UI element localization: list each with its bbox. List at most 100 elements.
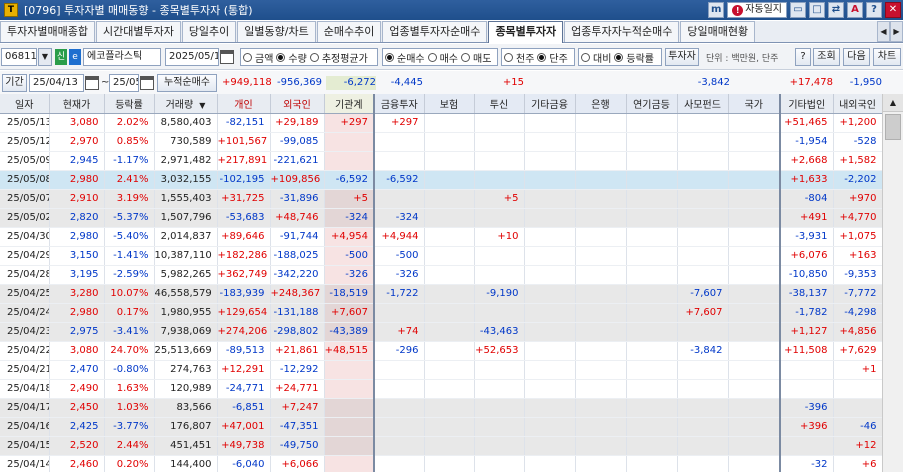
scroll-thumb[interactable]	[885, 114, 901, 140]
table-row[interactable]: 25/04/18 2,490 1.63% 120,989 -24,771 +24,771	[0, 379, 882, 399]
cell-price: 3,080	[49, 113, 105, 133]
cell-rate: 1.63%	[104, 379, 155, 399]
col-private-equity[interactable]: 사모펀드	[677, 94, 729, 114]
link-button[interactable]: ⇄	[828, 2, 844, 18]
font-button[interactable]: A	[847, 2, 863, 18]
cell-pension	[626, 417, 678, 437]
investor-button[interactable]: 투자자	[665, 48, 699, 66]
col-other-corp[interactable]: 기타법인	[780, 94, 834, 114]
calendar-icon[interactable]	[220, 50, 234, 64]
from-date-input[interactable]: 25/04/13	[29, 74, 84, 92]
close-button[interactable]: ✕	[885, 2, 901, 18]
memo-button[interactable]: m	[708, 2, 725, 18]
table-row[interactable]: 25/04/14 2,460 0.20% 144,400 -6,040 +6,066 -32…	[0, 455, 882, 472]
restore-window-button[interactable]: □	[809, 2, 825, 18]
tab-investor-summary[interactable]: 투자자별매매종합	[0, 21, 95, 42]
radio-buy[interactable]	[427, 52, 437, 62]
table-row[interactable]: 25/04/24 2,980 0.17% 1,980,955 +129,654 -131,…	[0, 303, 882, 323]
tab-intraday-trend[interactable]: 당일추이	[181, 21, 237, 42]
col-date[interactable]: 일자	[0, 94, 50, 114]
next-button[interactable]: 다음	[843, 48, 870, 66]
vertical-scrollbar[interactable]: ▲	[882, 94, 903, 472]
table-row[interactable]: 25/04/22 3,080 24.70% 25,513,669 -89,513 +21,…	[0, 341, 882, 361]
col-pension[interactable]: 연기금등	[626, 94, 678, 114]
radio-change[interactable]	[581, 52, 590, 62]
cell-other-finance	[524, 398, 576, 418]
help-question-button[interactable]: ?	[795, 48, 811, 66]
col-domestic-foreign[interactable]: 내외국인	[833, 94, 882, 114]
cell-domestic-foreign: -528	[833, 132, 882, 152]
split-window-button[interactable]: ▭	[790, 2, 806, 18]
to-calendar-icon[interactable]	[140, 76, 154, 90]
table-row[interactable]: 25/04/15 2,520 2.44% 451,451 +49,738 -49,750 +…	[0, 436, 882, 456]
tab-net-buy-trend[interactable]: 순매수추이	[316, 21, 382, 42]
from-calendar-icon[interactable]	[85, 76, 99, 90]
radio-thousand-shares[interactable]	[504, 52, 513, 62]
cell-individual: -82,151	[217, 113, 271, 133]
tab-sector-net-buy[interactable]: 업종별투자자순매수	[382, 21, 488, 42]
cell-volume: 25,513,669	[154, 341, 218, 361]
scroll-up-icon[interactable]: ▲	[883, 94, 903, 112]
radio-quantity[interactable]	[276, 52, 286, 62]
table-row[interactable]: 25/05/12 2,970 0.85% 730,589 +101,567 -99,085…	[0, 132, 882, 152]
radio-net-buy[interactable]	[385, 52, 394, 62]
col-other-finance[interactable]: 기타금융	[524, 94, 576, 114]
window-title: [0796] 투자자별 매매동향 - 종목별투자자 (통합)	[24, 2, 253, 18]
cell-other-corp: -38,137	[780, 284, 834, 304]
cell-other-corp: +51,465	[780, 113, 834, 133]
tab-right-arrow-icon[interactable]: ▶	[890, 21, 903, 42]
tab-stock-investor[interactable]: 종목별투자자	[488, 21, 564, 43]
investor-table[interactable]: 일자 현재가 등락률 거래량 ▼ 개인 외국인 기관계 금융투자 보험 투신 기타…	[0, 94, 882, 472]
table-row[interactable]: 25/04/28 3,195 -2.59% 5,982,265 +362,749 -342…	[0, 265, 882, 285]
col-bank[interactable]: 은행	[575, 94, 627, 114]
auto-log-button[interactable]: ! 자동일지	[727, 2, 787, 18]
radio-avg-price[interactable]	[309, 52, 319, 62]
col-financial-investment[interactable]: 금융투자	[374, 94, 425, 114]
tab-investor-by-time[interactable]: 시간대별투자자	[95, 21, 181, 42]
cell-financial-investment: -324	[374, 208, 425, 228]
col-foreign[interactable]: 외국인	[270, 94, 325, 114]
date-input[interactable]: 2025/05/13	[165, 48, 219, 66]
col-government[interactable]: 국가	[728, 94, 781, 114]
table-row[interactable]: 25/05/02 2,820 -5.37% 1,507,796 -53,683 +48,7…	[0, 208, 882, 228]
col-institution[interactable]: 기관계	[324, 94, 375, 114]
table-row[interactable]: 25/05/07 2,910 3.19% 1,555,403 +31,725 -31,89…	[0, 189, 882, 209]
col-individual[interactable]: 개인	[217, 94, 271, 114]
tab-daily-chart[interactable]: 일별동향/차트	[237, 21, 316, 42]
radio-single-shares[interactable]	[537, 52, 547, 62]
tab-scroll: ◀ ▶	[877, 21, 903, 42]
col-trust[interactable]: 투신	[474, 94, 525, 114]
query-button[interactable]: 조회	[813, 48, 840, 66]
stock-search-button[interactable]: ▼	[38, 48, 52, 66]
table-row[interactable]: 25/05/09 2,945 -1.17% 2,971,482 +217,891 -221…	[0, 151, 882, 171]
cell-financial-investment	[374, 360, 425, 380]
cell-other-finance	[524, 455, 576, 472]
stock-code-input[interactable]: 068110	[1, 48, 37, 66]
to-date-input[interactable]: 25/05/13	[109, 74, 139, 92]
table-row[interactable]: 25/04/25 3,280 10.07% 46,558,579 -183,939 +24…	[0, 284, 882, 304]
tab-left-arrow-icon[interactable]: ◀	[877, 21, 890, 42]
table-row[interactable]: 25/04/23 2,975 -3.41% 7,938,069 +274,206 -298…	[0, 322, 882, 342]
radio-amount[interactable]	[243, 52, 252, 62]
cell-date: 25/04/16	[0, 417, 50, 437]
table-row[interactable]: 25/05/13 3,080 2.02% 8,580,403 -82,151 +29,18…	[0, 113, 882, 133]
cell-pension	[626, 227, 678, 247]
col-price[interactable]: 현재가	[49, 94, 105, 114]
radio-sell[interactable]	[461, 52, 471, 62]
tab-today-trades[interactable]: 당일매매현황	[680, 21, 756, 42]
col-insurance[interactable]: 보험	[424, 94, 475, 114]
cell-pension	[626, 170, 678, 190]
table-row[interactable]: 25/05/08 2,980 2.41% 3,032,155 -102,195 +109,…	[0, 170, 882, 190]
table-row[interactable]: 25/04/30 2,980 -5.40% 2,014,837 +89,646 -91,7…	[0, 227, 882, 247]
table-row[interactable]: 25/04/17 2,450 1.03% 83,566 -6,851 +7,247 -396	[0, 398, 882, 418]
tab-sector-cumulative[interactable]: 업종투자자누적순매수	[564, 21, 680, 42]
col-volume[interactable]: 거래량 ▼	[154, 94, 218, 114]
chart-button[interactable]: 차트	[873, 48, 901, 66]
table-row[interactable]: 25/04/29 3,150 -1.41% 10,387,110 +182,286 -18…	[0, 246, 882, 266]
radio-rate[interactable]	[614, 52, 624, 62]
help-button[interactable]: ?	[866, 2, 882, 18]
table-row[interactable]: 25/04/21 2,470 -0.80% 274,763 +12,291 -12,292…	[0, 360, 882, 380]
col-rate[interactable]: 등락률	[104, 94, 155, 114]
table-row[interactable]: 25/04/16 2,425 -3.77% 176,807 +47,001 -47,351…	[0, 417, 882, 437]
cell-foreign: -31,896	[270, 189, 325, 209]
